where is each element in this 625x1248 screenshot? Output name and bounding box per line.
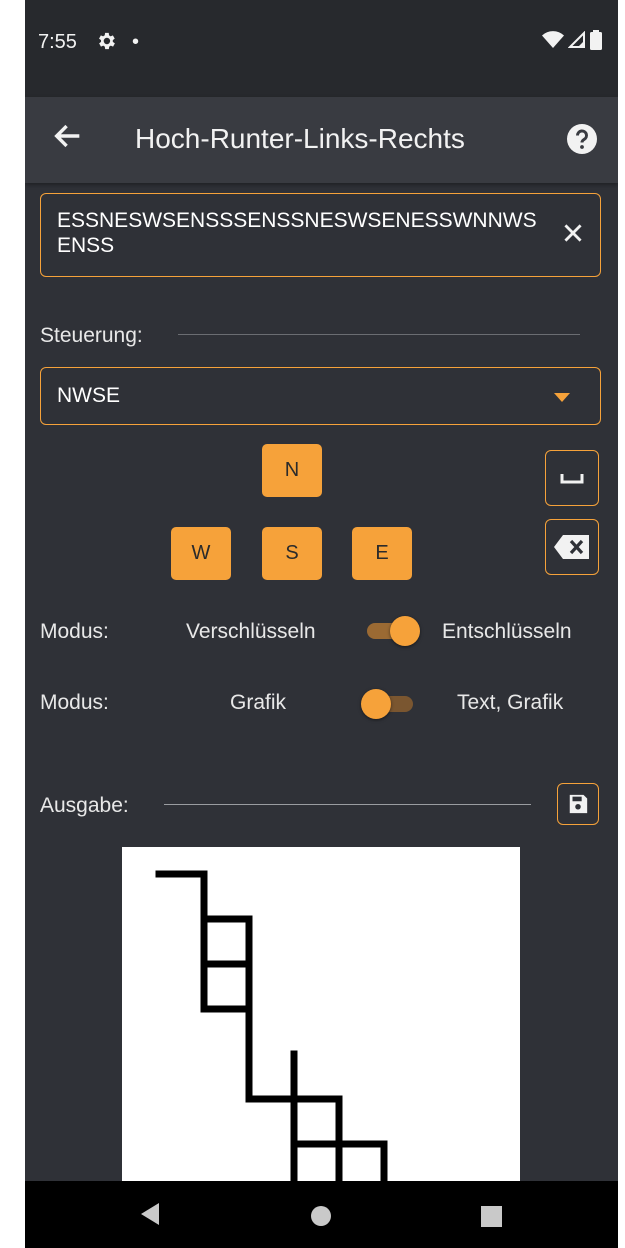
control-label: Steuerung: bbox=[40, 324, 143, 347]
space-button[interactable] bbox=[545, 450, 599, 506]
code-input[interactable]: ESSNESWSENSSSENSSNESWSENESSWNNWSENSS bbox=[40, 193, 601, 277]
app-screen: 7:55 • Hoch-Runter-Links-Rechts ESSNESWS… bbox=[25, 0, 618, 1248]
status-bar: 7:55 • bbox=[25, 0, 618, 97]
mode1-left-option: Verschlüsseln bbox=[186, 620, 316, 643]
mode1-right-option: Entschlüsseln bbox=[442, 620, 572, 643]
arrow-left-icon[interactable] bbox=[51, 119, 85, 153]
space-bar-icon bbox=[560, 474, 584, 484]
save-icon bbox=[569, 794, 588, 814]
control-dropdown[interactable]: NWSE bbox=[40, 367, 601, 425]
system-nav-bar bbox=[25, 1181, 618, 1248]
status-icons bbox=[542, 30, 602, 50]
wifi-icon bbox=[542, 31, 564, 48]
help-circle-icon[interactable] bbox=[566, 123, 598, 155]
battery-icon bbox=[590, 30, 602, 50]
output-label: Ausgabe: bbox=[40, 794, 129, 817]
control-selected-value: NWSE bbox=[57, 384, 120, 407]
mode1-toggle-thumb bbox=[390, 616, 420, 646]
output-path-drawing bbox=[155, 870, 388, 1192]
mode1-toggle[interactable] bbox=[363, 613, 421, 649]
mode2-left-option: Grafik bbox=[230, 691, 287, 714]
code-input-value: ESSNESWSENSSSENSSNESWSENESSWNNWSENSS bbox=[57, 209, 537, 257]
mode2-toggle[interactable] bbox=[359, 686, 417, 722]
output-graphic bbox=[122, 847, 520, 1192]
status-time: 7:55 bbox=[38, 31, 77, 53]
key-north-button[interactable]: N bbox=[262, 444, 322, 497]
page-title: Hoch-Runter-Links-Rechts bbox=[135, 123, 465, 154]
backspace-icon bbox=[554, 535, 589, 559]
back-triangle-icon[interactable] bbox=[139, 1201, 161, 1227]
output-divider bbox=[164, 804, 531, 805]
backspace-button[interactable] bbox=[545, 519, 599, 575]
home-circle-icon[interactable] bbox=[310, 1205, 332, 1227]
app-bar: Hoch-Runter-Links-Rechts bbox=[25, 97, 618, 183]
mode1-label: Modus: bbox=[40, 620, 109, 643]
save-button[interactable] bbox=[557, 783, 599, 825]
mode2-label: Modus: bbox=[40, 691, 109, 714]
mode2-right-option: Text, Grafik bbox=[457, 691, 564, 714]
notification-dot-icon: • bbox=[132, 31, 140, 53]
key-west-button[interactable]: W bbox=[171, 527, 231, 580]
key-south-button[interactable]: S bbox=[262, 527, 322, 580]
mode2-toggle-thumb bbox=[361, 689, 391, 719]
close-icon[interactable] bbox=[560, 220, 586, 246]
dropdown-arrow-icon bbox=[554, 393, 570, 402]
signal-icon bbox=[568, 31, 585, 48]
key-east-button[interactable]: E bbox=[352, 527, 412, 580]
gear-icon bbox=[95, 30, 117, 58]
recents-square-icon[interactable] bbox=[481, 1206, 502, 1227]
control-divider bbox=[178, 334, 580, 335]
